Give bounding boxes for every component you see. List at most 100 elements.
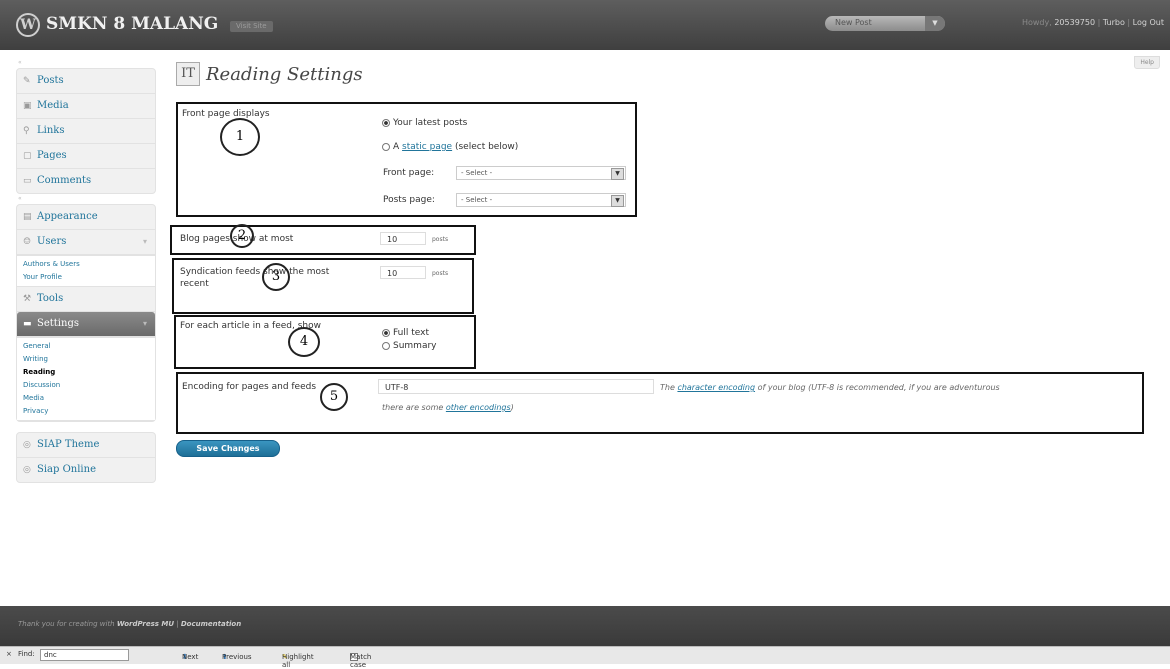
separator: | (1127, 18, 1131, 27)
submenu-your-profile[interactable]: Your Profile (17, 271, 155, 284)
chevron-down-icon[interactable]: ▼ (611, 168, 624, 180)
annotation-number-1: 1 (220, 118, 260, 156)
menu-separator[interactable]: « (16, 194, 156, 204)
browser-find-bar: × Find: dnc ⬇ Next ⬆ Previous ✎ Highligh… (0, 646, 1170, 669)
radio-unchecked-icon[interactable] (382, 142, 390, 151)
chevron-down-icon[interactable]: ▼ (925, 16, 945, 31)
posts-page-select-label: Posts page: (383, 195, 435, 205)
media-icon: ▣ (23, 100, 32, 111)
full-text-label: Full text (393, 328, 430, 338)
encoding-label: Encoding for pages and feeds (182, 382, 317, 392)
sidebar-item-comments[interactable]: ▭ Comments (17, 169, 155, 193)
encoding-desc2-pre: there are some (382, 403, 444, 412)
admin-sidebar: « ✎ Posts ▣ Media ⚲ Links ▢ Pages ▭ Comments … (16, 58, 156, 483)
sidebar-item-siap-theme[interactable]: ◎ SIAP Theme (17, 433, 155, 458)
sidebar-item-label: Pages (37, 150, 67, 161)
settings-icon: ▬ (23, 318, 32, 329)
match-case-label: Match case (350, 653, 372, 669)
sidebar-item-siap-online[interactable]: ◎ Siap Online (17, 458, 155, 482)
annotation-number-4: 4 (288, 327, 320, 357)
separator: | (1097, 18, 1101, 27)
latest-posts-option[interactable]: Your latest posts (382, 118, 467, 128)
radio-unchecked-icon[interactable] (382, 341, 390, 350)
visit-site-button[interactable]: Visit Site (230, 21, 273, 32)
sidebar-item-pages[interactable]: ▢ Pages (17, 144, 155, 169)
new-post-dropdown[interactable]: New Post ▼ (825, 16, 945, 31)
site-title[interactable]: SMKN 8 MALANG (46, 14, 218, 34)
blog-pages-unit: posts (432, 236, 449, 243)
sidebar-item-label: Settings (37, 318, 79, 329)
encoding-input[interactable]: UTF-8 (378, 379, 654, 394)
submenu-writing[interactable]: Writing (17, 353, 155, 366)
syndication-input[interactable]: 10 (380, 266, 426, 279)
chevron-down-icon[interactable]: ▾ (143, 230, 147, 254)
submenu-media[interactable]: Media (17, 392, 155, 405)
find-input[interactable]: dnc (40, 649, 129, 661)
radio-checked-icon[interactable] (382, 118, 390, 127)
documentation-link[interactable]: Documentation (181, 620, 241, 628)
static-page-link[interactable]: static page (402, 142, 452, 152)
static-prefix: A (393, 142, 400, 152)
footer-separator: | (176, 620, 179, 628)
submenu-privacy[interactable]: Privacy (17, 405, 155, 418)
wordpress-logo-icon[interactable]: W (16, 13, 40, 37)
logout-link[interactable]: Log Out (1133, 18, 1164, 27)
sidebar-item-label: Links (37, 125, 65, 136)
chevron-down-icon[interactable]: ▼ (611, 195, 624, 207)
turbo-link[interactable]: Turbo (1103, 18, 1125, 27)
summary-option[interactable]: Summary (382, 341, 437, 351)
sidebar-item-label: Comments (37, 175, 92, 186)
new-post-label[interactable]: New Post (835, 18, 872, 27)
find-next-label: Next (182, 653, 199, 661)
help-tab[interactable]: Help (1134, 56, 1160, 69)
full-text-option[interactable]: Full text (382, 328, 429, 338)
character-encoding-link[interactable]: character encoding (677, 383, 755, 392)
front-page-select[interactable]: - Select - ▼ (456, 166, 626, 180)
chevron-down-icon[interactable]: ▾ (143, 312, 147, 336)
page-icon: ▢ (23, 150, 32, 161)
sidebar-item-tools[interactable]: ⚒ Tools (17, 287, 155, 312)
posts-page-select-value: - Select - (461, 196, 493, 204)
sidebar-item-posts[interactable]: ✎ Posts (17, 69, 155, 94)
wordpress-mu-link[interactable]: WordPress MU (117, 620, 174, 628)
radio-checked-icon[interactable] (382, 328, 390, 337)
encoding-desc2-post: ) (510, 403, 514, 412)
appearance-icon: ▤ (23, 211, 32, 222)
page-title: Reading Settings (206, 64, 363, 85)
menu-separator[interactable]: « (16, 58, 156, 68)
username-link[interactable]: 20539750 (1054, 18, 1095, 27)
blog-pages-input[interactable]: 10 (380, 232, 426, 245)
encoding-description-line2: there are some other encodings) (382, 403, 514, 412)
users-submenu: Authors & Users Your Profile (17, 255, 155, 287)
save-changes-button[interactable]: Save Changes (176, 440, 280, 457)
submenu-general[interactable]: General (17, 340, 155, 353)
posts-page-select[interactable]: - Select - ▼ (456, 193, 626, 207)
front-page-label: Front page displays (182, 109, 270, 119)
tools-icon: ⚒ (23, 293, 32, 304)
submenu-authors-users[interactable]: Authors & Users (17, 258, 155, 271)
other-encodings-link[interactable]: other encodings (446, 403, 511, 412)
menu-group-admin: ▤ Appearance ☺ Users ▾ Authors & Users Your… (16, 204, 156, 422)
close-icon[interactable]: × (6, 650, 12, 658)
howdy-text: Howdy, (1021, 18, 1052, 27)
submenu-reading[interactable]: Reading (17, 366, 155, 379)
static-suffix: (select below) (454, 142, 519, 152)
front-page-select-label: Front page: (383, 168, 435, 178)
annotation-number-2: 2 (230, 224, 254, 248)
highlight-all-label: Highlight all (282, 653, 314, 669)
plugin-icon: ◎ (23, 464, 31, 475)
sidebar-item-media[interactable]: ▣ Media (17, 94, 155, 119)
front-page-select-value: - Select - (461, 169, 493, 177)
sidebar-item-settings[interactable]: ▬ Settings ▾ (17, 312, 155, 337)
sidebar-item-links[interactable]: ⚲ Links (17, 119, 155, 144)
link-icon: ⚲ (23, 125, 30, 136)
submenu-discussion[interactable]: Discussion (17, 379, 155, 392)
sidebar-item-appearance[interactable]: ▤ Appearance (17, 205, 155, 230)
static-page-option[interactable]: A static page (select below) (382, 142, 518, 152)
sidebar-item-label: Users (37, 236, 67, 247)
latest-posts-label: Your latest posts (393, 118, 468, 128)
admin-header: W SMKN 8 MALANG Visit Site New Post ▼ Ho… (0, 0, 1170, 50)
encoding-desc-post: of your blog (UTF-8 is recommended, if y… (757, 383, 1000, 392)
sidebar-item-users[interactable]: ☺ Users ▾ (17, 230, 155, 255)
sidebar-item-label: Tools (37, 293, 64, 304)
